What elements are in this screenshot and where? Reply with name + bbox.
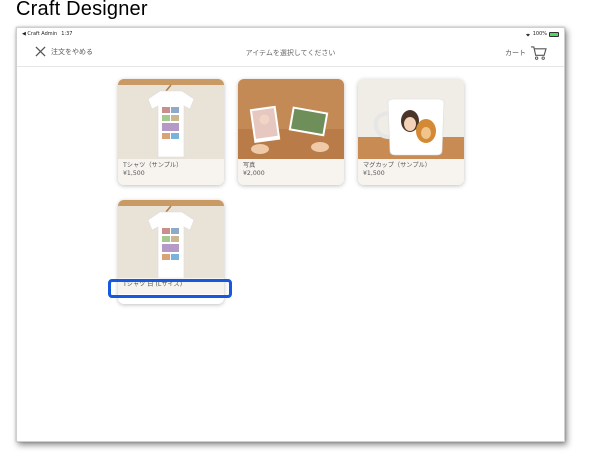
item-name: 写真 [243, 162, 256, 169]
battery-percent: 100% [532, 31, 547, 37]
tshirt-image [118, 79, 224, 159]
status-bar: ◀ Craft Admin 1:37 100% [17, 28, 564, 40]
item-card-tshirt-sample[interactable]: Tシャツ（サンプル） ¥1,500 [118, 79, 224, 185]
selection-highlight [108, 279, 232, 298]
status-time: 1:37 [61, 31, 73, 37]
item-caption: マグカップ（サンプル） ¥1,500 [358, 159, 464, 185]
navigation-bar: 注文をやめる アイテムを選択してください カート [17, 40, 564, 67]
cart-label: カート [505, 48, 526, 57]
item-card-photo[interactable]: 写真 ¥2,000 [238, 79, 344, 185]
page-title: アイテムを選択してください [245, 49, 336, 57]
document-title: Craft Designer [16, 0, 148, 20]
item-name: マグカップ（サンプル） [363, 162, 431, 169]
back-to-app-link[interactable]: ◀ Craft Admin [22, 31, 57, 37]
item-card-mug-sample[interactable]: マグカップ（サンプル） ¥1,500 [358, 79, 464, 185]
cart-icon [531, 46, 547, 60]
item-price: ¥2,000 [243, 170, 265, 177]
item-caption: 写真 ¥2,000 [238, 159, 344, 185]
wifi-icon [525, 33, 530, 36]
ipad-screen: ◀ Craft Admin 1:37 100% 注文をやめる アイテムを選択して… [16, 27, 565, 442]
item-price: ¥1,500 [363, 170, 385, 177]
photo-prints-image [238, 79, 344, 159]
item-caption: Tシャツ（サンプル） ¥1,500 [118, 159, 224, 185]
tshirt-image [118, 200, 224, 280]
mug-image [358, 79, 464, 159]
item-price: ¥1,500 [123, 170, 145, 177]
cart-button[interactable]: カート [505, 45, 547, 60]
item-name: Tシャツ（サンプル） [123, 162, 183, 169]
battery-icon [549, 31, 559, 37]
